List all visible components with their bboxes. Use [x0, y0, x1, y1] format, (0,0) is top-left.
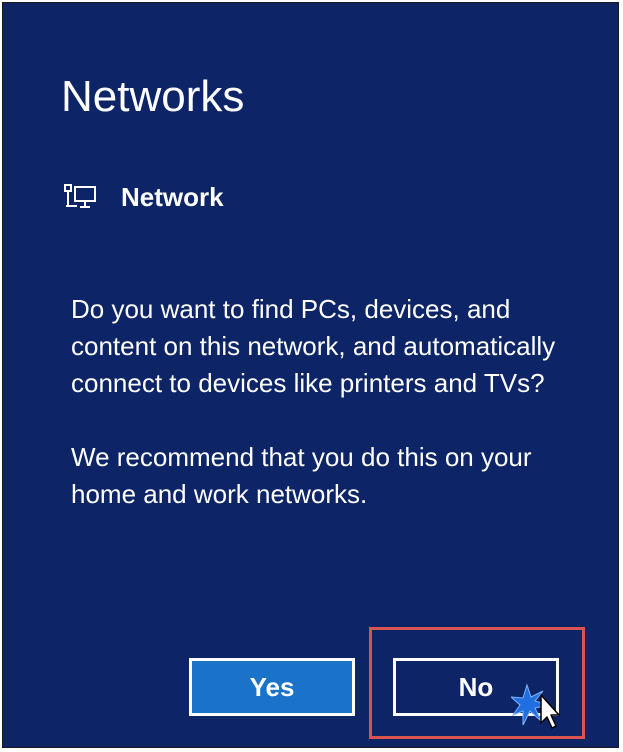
- flyout-title: Networks: [61, 72, 245, 121]
- sharing-question: Do you want to find PCs, devices, and co…: [71, 294, 556, 398]
- sharing-recommendation: We recommend that you do this on your ho…: [71, 442, 532, 509]
- networks-flyout: Networks Network Do you want to find PCs…: [2, 2, 619, 748]
- sharing-prompt: Do you want to find PCs, devices, and co…: [71, 291, 571, 513]
- no-button[interactable]: No: [393, 658, 559, 716]
- network-name: Network: [121, 181, 224, 212]
- yes-button[interactable]: Yes: [189, 658, 355, 716]
- network-entry: Network: [63, 177, 224, 217]
- wired-network-icon: [63, 182, 99, 212]
